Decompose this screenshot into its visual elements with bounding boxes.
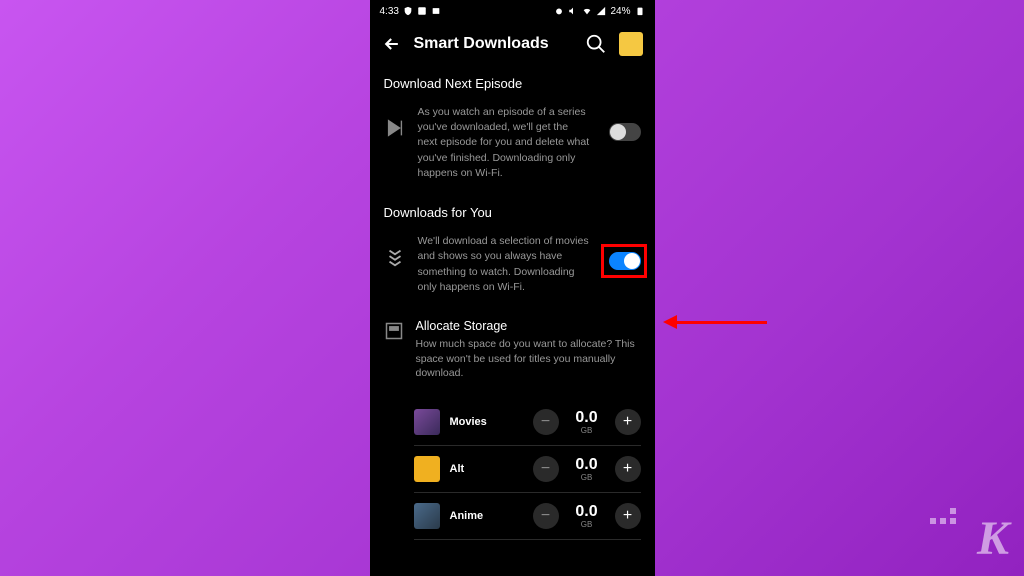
storage-value: 0.0 GB xyxy=(569,504,605,529)
decrease-button[interactable]: − xyxy=(533,409,559,435)
skip-next-icon xyxy=(384,117,406,139)
wifi-icon xyxy=(582,6,592,16)
category-name: Movies xyxy=(450,416,523,428)
app-header: Smart Downloads xyxy=(370,22,655,66)
toggle-thumb xyxy=(610,124,626,140)
shield-icon xyxy=(403,6,413,16)
annotation-arrow xyxy=(663,315,767,329)
category-thumbnail-anime xyxy=(414,503,440,529)
decrease-button[interactable]: − xyxy=(533,456,559,482)
section-title-next-episode: Download Next Episode xyxy=(384,76,641,91)
watermark-logo: K xyxy=(977,511,1009,566)
allocate-storage-description: How much space do you want to allocate? … xyxy=(416,337,641,381)
section-title-downloads-for-you: Downloads for You xyxy=(384,205,641,220)
battery-percent: 24% xyxy=(610,6,630,17)
alarm-icon xyxy=(554,6,564,16)
back-arrow-icon[interactable] xyxy=(382,34,402,54)
storage-row-alt: Alt − 0.0 GB + xyxy=(414,446,641,493)
storage-row-movies: Movies − 0.0 GB + xyxy=(414,399,641,446)
option-description: As you watch an episode of a series you'… xyxy=(418,105,597,181)
increase-button[interactable]: + xyxy=(615,456,641,482)
content-area: Download Next Episode As you watch an ep… xyxy=(370,66,655,550)
category-thumbnail-alt xyxy=(414,456,440,482)
decrease-button[interactable]: − xyxy=(533,503,559,529)
option-downloads-for-you: We'll download a selection of movies and… xyxy=(384,234,641,295)
profile-avatar[interactable] xyxy=(619,32,643,56)
download-chevrons-icon xyxy=(384,246,406,268)
toggle-downloads-for-you[interactable] xyxy=(609,252,641,270)
option-description: We'll download a selection of movies and… xyxy=(418,234,597,295)
battery-icon xyxy=(635,6,645,16)
status-bar: 4:33 24% xyxy=(370,0,655,22)
signal-icon xyxy=(596,6,606,16)
category-name: Alt xyxy=(450,463,523,475)
storage-value: 0.0 GB xyxy=(569,457,605,482)
toggle-thumb xyxy=(624,253,640,269)
page-title: Smart Downloads xyxy=(414,35,573,53)
search-icon[interactable] xyxy=(585,33,607,55)
image-icon xyxy=(417,6,427,16)
storage-row-anime: Anime − 0.0 GB + xyxy=(414,493,641,540)
watermark-dots xyxy=(930,508,956,524)
status-time: 4:33 xyxy=(380,6,399,17)
option-download-next-episode: As you watch an episode of a series you'… xyxy=(384,105,641,181)
category-name: Anime xyxy=(450,510,523,522)
increase-button[interactable]: + xyxy=(615,503,641,529)
increase-button[interactable]: + xyxy=(615,409,641,435)
storage-value: 0.0 GB xyxy=(569,410,605,435)
toggle-download-next-episode[interactable] xyxy=(609,123,641,141)
phone-frame: 4:33 24% Smart Downloads Download Next E… xyxy=(370,0,655,576)
allocate-storage-section: Allocate Storage How much space do you w… xyxy=(384,319,641,381)
mute-icon xyxy=(568,6,578,16)
allocate-storage-title: Allocate Storage xyxy=(416,319,641,333)
storage-icon xyxy=(384,321,404,341)
card-icon xyxy=(431,6,441,16)
category-thumbnail-movies xyxy=(414,409,440,435)
